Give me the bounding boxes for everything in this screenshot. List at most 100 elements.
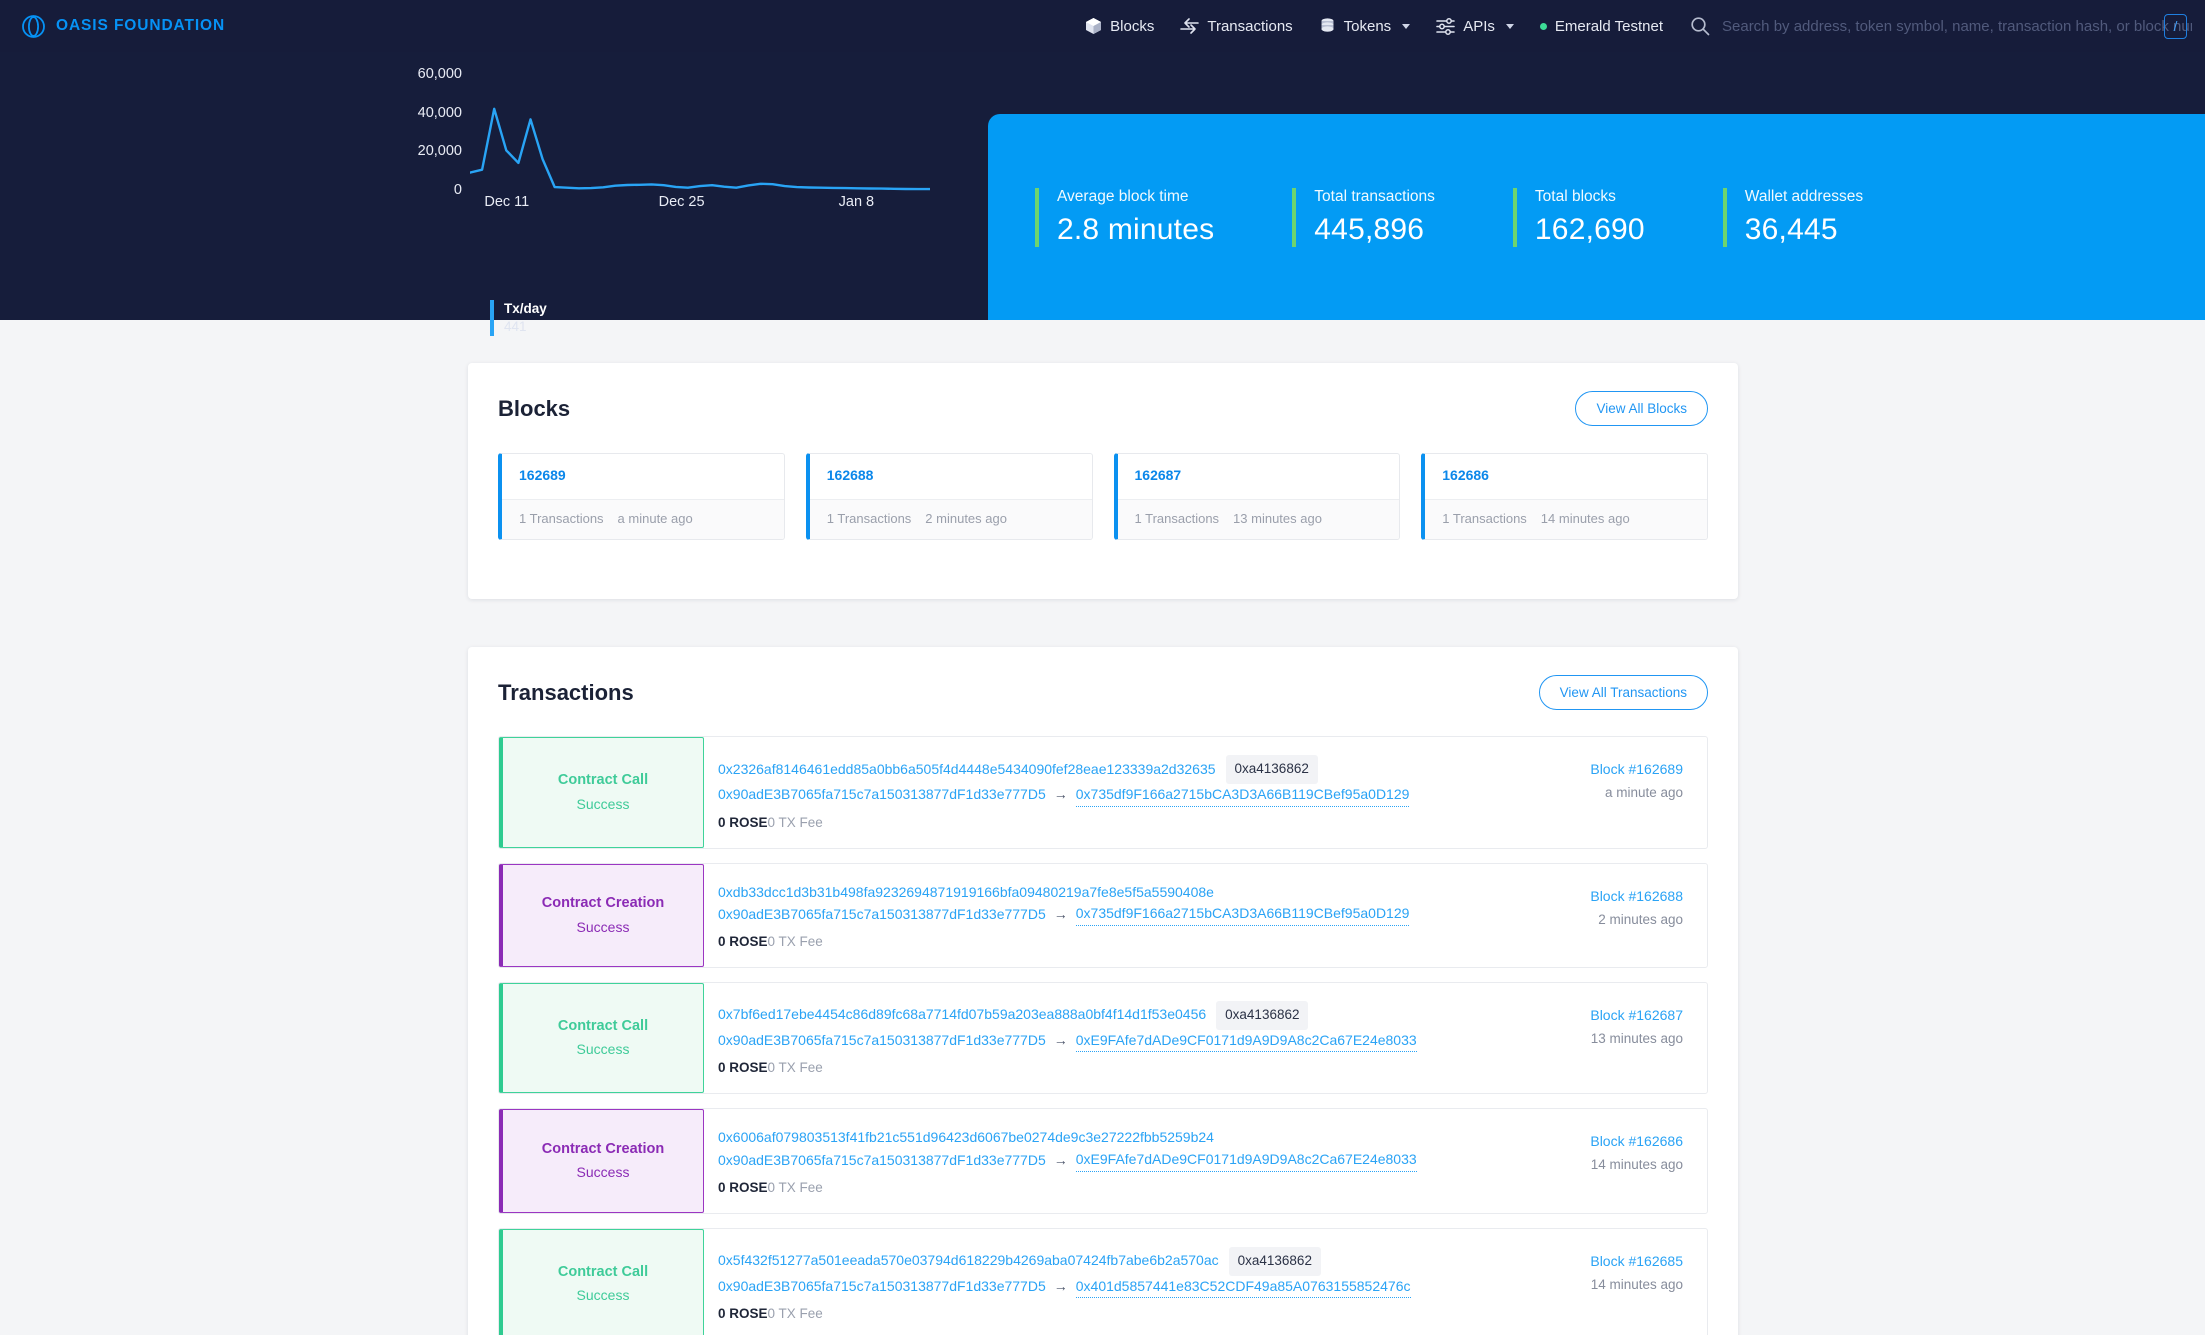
transaction-hash-line: 0x2326af8146461edd85a0bb6a505f4d4448e543… bbox=[718, 755, 1537, 784]
block-number-link[interactable]: 162689 bbox=[519, 467, 566, 483]
network-stats-panel: Average block time 2.8 minutes Total trans… bbox=[988, 114, 2205, 320]
transactions-title: Transactions bbox=[498, 679, 634, 705]
arrow-right-icon: → bbox=[1053, 1032, 1068, 1049]
chart-y-tick: 20,000 bbox=[417, 143, 462, 160]
transaction-fee: 0 TX Fee bbox=[767, 1306, 823, 1322]
to-address-link[interactable]: 0x401d5857441e83C52CDF49a85A076315585247… bbox=[1075, 1276, 1411, 1299]
transaction-hash-line: 0x6006af079803513f41fb21c551d96423d6067b… bbox=[718, 1127, 1537, 1149]
transaction-hash-link[interactable]: 0x6006af079803513f41fb21c551d96423d6067b… bbox=[718, 1127, 1214, 1149]
view-all-transactions-button[interactable]: View All Transactions bbox=[1538, 675, 1708, 710]
transaction-row: Contract Call Success 0x2326af8146461edd85… bbox=[498, 736, 1708, 849]
transaction-hash-link[interactable]: 0x2326af8146461edd85a0bb6a505f4d4448e543… bbox=[718, 759, 1216, 781]
to-address-link[interactable]: 0xE9FAfe7dADe9CF0171d9A9D9A8c2Ca67E24e80… bbox=[1075, 1030, 1417, 1053]
stat-label: Total blocks bbox=[1534, 187, 1616, 205]
block-age: a minute ago bbox=[617, 511, 693, 526]
to-address-link[interactable]: 0xE9FAfe7dADe9CF0171d9A9D9A8c2Ca67E24e80… bbox=[1075, 1149, 1417, 1172]
transaction-amount: 0 ROSE bbox=[718, 1179, 768, 1195]
transaction-status-label: Success bbox=[576, 1041, 630, 1058]
transaction-amount: 0 ROSE bbox=[718, 1306, 768, 1322]
transaction-type-label: Contract Call bbox=[557, 1017, 649, 1034]
block-card[interactable]: 162687 1 Transactions 13 minutes ago bbox=[1113, 453, 1401, 540]
chart-legend-value: 441 bbox=[504, 319, 527, 335]
from-address-link[interactable]: 0x90adE3B7065fa715c7a150313877dF1d33e777… bbox=[718, 1276, 1046, 1298]
transaction-type-badge: Contract Call Success bbox=[499, 1228, 704, 1335]
from-address-link[interactable]: 0x90adE3B7065fa715c7a150313877dF1d33e777… bbox=[718, 1030, 1046, 1052]
chart-legend-label: Tx/day bbox=[504, 301, 547, 316]
coins-stack-icon bbox=[1319, 17, 1336, 35]
transaction-row: Contract Creation Success 0x6006af07980351… bbox=[498, 1108, 1708, 1214]
transaction-row: Contract Call Success 0x5f432f51277a501eea… bbox=[498, 1227, 1708, 1335]
transaction-type-label: Contract Call bbox=[557, 1263, 649, 1280]
block-card-top: 162689 bbox=[502, 454, 784, 499]
transaction-block-link[interactable]: Block #162686 bbox=[1537, 1133, 1683, 1149]
network-selector[interactable]: Emerald Testnet bbox=[1527, 18, 1676, 35]
transaction-block-link[interactable]: Block #162685 bbox=[1537, 1253, 1683, 1269]
transaction-type-badge: Contract Creation Success bbox=[499, 863, 704, 967]
view-all-blocks-button[interactable]: View All Blocks bbox=[1575, 391, 1708, 426]
method-id-chip: 0xa4136862 bbox=[1216, 1000, 1309, 1030]
search-area: / bbox=[1676, 13, 2205, 39]
transaction-value-line: 0 ROSE 0 TX Fee bbox=[718, 1304, 1537, 1325]
transaction-value-line: 0 ROSE 0 TX Fee bbox=[718, 932, 1537, 953]
transaction-status-label: Success bbox=[576, 1164, 630, 1181]
transaction-hash-link[interactable]: 0x5f432f51277a501eeada570e03794d618229b4… bbox=[718, 1250, 1219, 1272]
stat-value: 2.8 minutes bbox=[1057, 212, 1215, 246]
block-card-bottom: 1 Transactions a minute ago bbox=[502, 499, 784, 539]
transaction-hash-link[interactable]: 0x7bf6ed17ebe4454c86d89fc68a7714fd07b59a… bbox=[718, 1004, 1206, 1026]
blocks-card-header: Blocks View All Blocks bbox=[468, 363, 1738, 426]
nav-item-tokens[interactable]: Tokens bbox=[1306, 17, 1424, 35]
transaction-block-link[interactable]: Block #162687 bbox=[1537, 1007, 1683, 1023]
from-address-link[interactable]: 0x90adE3B7065fa715c7a150313877dF1d33e777… bbox=[718, 784, 1046, 806]
search-icon[interactable] bbox=[1690, 16, 1710, 36]
to-address-link[interactable]: 0x735df9F166a2715bCA3D3A66B119CBef95a0D1… bbox=[1075, 903, 1410, 926]
transaction-fee: 0 TX Fee bbox=[767, 1060, 823, 1076]
block-tx-count: 1 Transactions bbox=[519, 511, 604, 526]
transaction-value-line: 0 ROSE 0 TX Fee bbox=[718, 1058, 1537, 1079]
block-card[interactable]: 162689 1 Transactions a minute ago bbox=[498, 453, 785, 540]
stat-value: 36,445 bbox=[1744, 212, 1838, 246]
block-number-link[interactable]: 162686 bbox=[1442, 467, 1489, 483]
chart-x-tick: Dec 25 bbox=[658, 194, 705, 210]
transaction-type-badge: Contract Call Success bbox=[499, 982, 704, 1094]
block-card-top: 162688 bbox=[810, 454, 1092, 499]
block-number-link[interactable]: 162687 bbox=[1135, 467, 1182, 483]
chart-legend: Tx/day 441 bbox=[490, 300, 547, 337]
nav-item-blocks[interactable]: Blocks bbox=[1072, 17, 1167, 35]
from-address-link[interactable]: 0x90adE3B7065fa715c7a150313877dF1d33e777… bbox=[718, 904, 1046, 926]
nav-item-apis[interactable]: APIs bbox=[1423, 18, 1527, 35]
stat-label: Wallet addresses bbox=[1744, 187, 1864, 205]
block-card[interactable]: 162688 1 Transactions 2 minutes ago bbox=[805, 453, 1093, 540]
page-root: OASIS FOUNDATION Blocks Transactions Tok… bbox=[0, 0, 2205, 1335]
transaction-addresses-line: 0x90adE3B7065fa715c7a150313877dF1d33e777… bbox=[718, 784, 1537, 807]
chart-x-tick: Dec 11 bbox=[484, 194, 530, 210]
brand-logo[interactable]: OASIS FOUNDATION bbox=[22, 14, 225, 38]
to-address-link[interactable]: 0x735df9F166a2715bCA3D3A66B119CBef95a0D1… bbox=[1075, 784, 1410, 807]
block-number-link[interactable]: 162688 bbox=[827, 467, 874, 483]
transaction-type-label: Contract Call bbox=[557, 771, 649, 788]
block-card[interactable]: 162686 1 Transactions 14 minutes ago bbox=[1421, 453, 1708, 540]
transaction-fee: 0 TX Fee bbox=[767, 814, 823, 830]
transactions-list: Contract Call Success 0x2326af8146461edd85… bbox=[468, 710, 1738, 1335]
nav-label-transactions: Transactions bbox=[1207, 17, 1293, 35]
transaction-hash-line: 0x5f432f51277a501eeada570e03794d618229b4… bbox=[718, 1246, 1537, 1276]
from-address-link[interactable]: 0x90adE3B7065fa715c7a150313877dF1d33e777… bbox=[718, 1150, 1046, 1172]
transaction-details: 0x6006af079803513f41fb21c551d96423d6067b… bbox=[704, 1109, 1537, 1212]
transaction-hash-link[interactable]: 0xdb33dcc1d3b31b498fa9232694871919166bfa… bbox=[718, 882, 1214, 904]
method-id-chip: 0xa4136862 bbox=[1225, 755, 1318, 784]
transaction-hash-line: 0x7bf6ed17ebe4454c86d89fc68a7714fd07b59a… bbox=[718, 1000, 1537, 1030]
transaction-details: 0xdb33dcc1d3b31b498fa9232694871919166bfa… bbox=[704, 864, 1537, 967]
search-input[interactable] bbox=[1722, 17, 2192, 35]
transaction-type-label: Contract Creation bbox=[541, 1140, 665, 1157]
stat-item: Wallet addresses 36,445 bbox=[1722, 187, 1864, 247]
stat-item: Average block time 2.8 minutes bbox=[1035, 187, 1215, 247]
nav-item-transactions[interactable]: Transactions bbox=[1167, 18, 1305, 35]
transaction-age: a minute ago bbox=[1604, 785, 1683, 800]
sliders-icon bbox=[1436, 17, 1455, 35]
transaction-block-link[interactable]: Block #162689 bbox=[1537, 761, 1683, 777]
transaction-block-link[interactable]: Block #162688 bbox=[1537, 888, 1683, 904]
block-tx-count: 1 Transactions bbox=[826, 511, 912, 526]
transaction-addresses-line: 0x90adE3B7065fa715c7a150313877dF1d33e777… bbox=[718, 1030, 1537, 1053]
chart-y-tick: 60,000 bbox=[417, 66, 462, 82]
transaction-age: 14 minutes ago bbox=[1590, 1276, 1683, 1292]
blocks-list: 162689 1 Transactions a minute ago 162688 1 … bbox=[468, 426, 1738, 540]
